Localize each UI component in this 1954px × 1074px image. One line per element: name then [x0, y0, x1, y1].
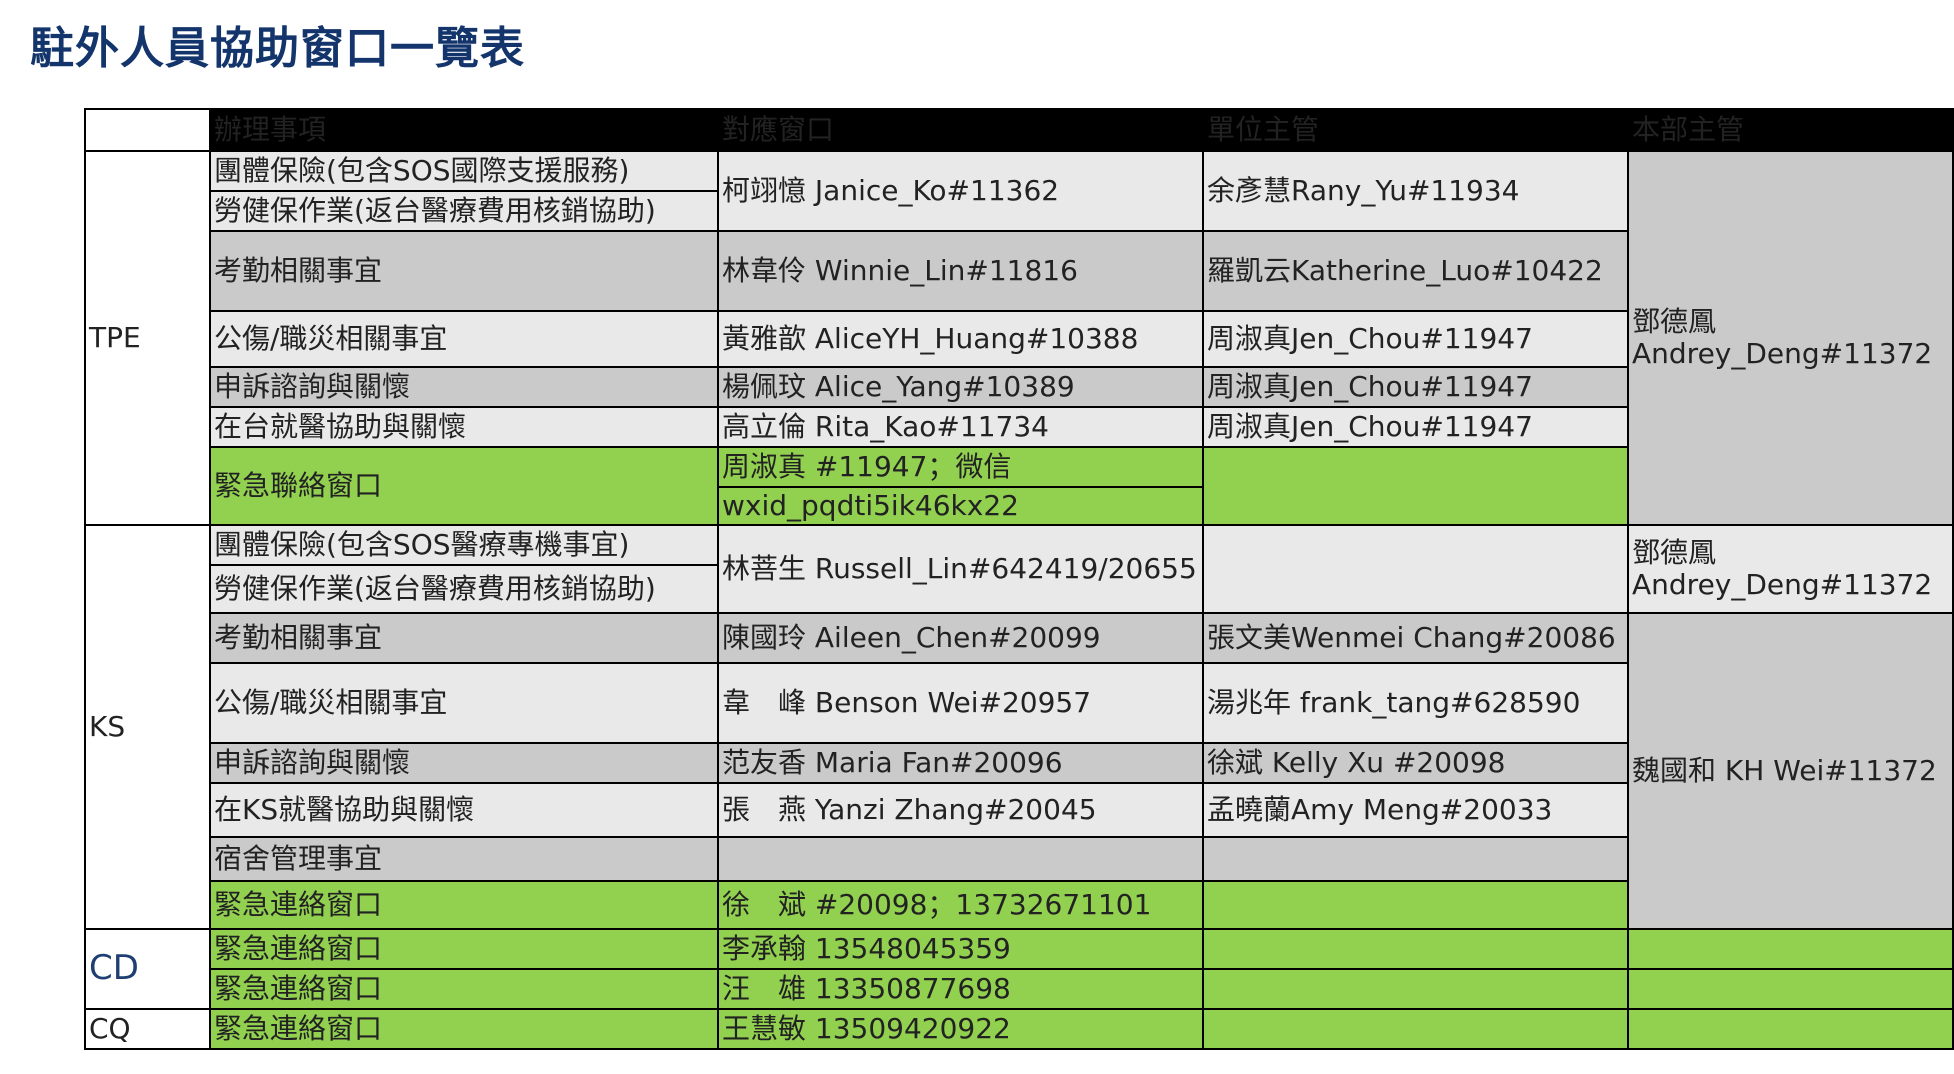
header-unit-manager: 單位主管 — [1202, 108, 1629, 152]
unit-manager-cell: 湯兆年 frank_tang#628590 — [1202, 662, 1629, 744]
site-cq: CQ — [84, 1008, 211, 1050]
contact-cell: 周淑真 #11947；微信 — [717, 446, 1204, 488]
table-row: TPE 團體保險(包含SOS國際支援服務) 柯翊憶 Janice_Ko#1136… — [84, 150, 1954, 526]
unit-manager-cell — [1202, 446, 1629, 526]
contact-table: 辦理事項 對應窗口 單位主管 本部主管 TPE 團體保險(包含SOS國際支援服務… — [84, 108, 1954, 1050]
header-row: 辦理事項 對應窗口 單位主管 本部主管 — [84, 108, 1954, 152]
contact-cell — [717, 836, 1204, 882]
contact-cell: 張 燕 Yanzi Zhang#20045 — [717, 782, 1204, 838]
table-row: 考勤相關事宜 陳國玲 Aileen_Chen#20099 張文美Wenmei C… — [85, 612, 1954, 930]
item-cell: 緊急連絡窗口 — [209, 880, 719, 930]
dept-manager-cell — [1627, 968, 1954, 1010]
header-contact: 對應窗口 — [717, 108, 1204, 152]
contact-cell: 高立倫 Rita_Kao#11734 — [717, 406, 1204, 448]
dept-manager-name: 鄧德鳳 — [1632, 304, 1717, 338]
dept-manager-ks-1: 鄧德鳳 Andrey_Deng#11372 — [1627, 524, 1954, 614]
dept-manager-cell — [1627, 928, 1954, 970]
unit-manager-cell: 羅凱云Katherine_Luo#10422 — [1202, 230, 1629, 312]
contact-cell: 范友香 Maria Fan#20096 — [717, 742, 1204, 784]
contact-cell: 林韋伶 Winnie_Lin#11816 — [717, 230, 1204, 312]
unit-manager-cell: 張文美Wenmei Chang#20086 — [1202, 612, 1629, 664]
item-cell: 團體保險(包含SOS醫療專機事宜) — [209, 524, 719, 566]
item-cell: 團體保險(包含SOS國際支援服務) — [209, 150, 719, 192]
dept-manager-tpe: 鄧德鳳 Andrey_Deng#11372 — [1627, 150, 1954, 526]
unit-manager-cell: 余彥慧Rany_Yu#11934 — [1202, 150, 1629, 232]
item-cell: 考勤相關事宜 — [209, 612, 719, 664]
unit-manager-cell: 徐斌 Kelly Xu #20098 — [1202, 742, 1629, 784]
contact-cell: 李承翰 13548045359 — [717, 928, 1204, 970]
contact-cell: 林菩生 Russell_Lin#642419/20655 — [717, 524, 1204, 614]
contact-cell: 王慧敏 13509420922 — [717, 1008, 1204, 1050]
header-dept-manager: 本部主管 — [1627, 108, 1954, 152]
page-title: 駐外人員協助窗口一覽表 — [30, 23, 525, 74]
unit-manager-cell: 周淑真Jen_Chou#11947 — [1202, 406, 1629, 448]
table-row: CQ 緊急連絡窗口 王慧敏 13509420922 — [84, 1008, 1954, 1050]
contact-cell: 陳國玲 Aileen_Chen#20099 — [717, 612, 1204, 664]
unit-manager-cell — [1202, 928, 1629, 970]
contact-cell: 汪 雄 13350877698 — [717, 968, 1204, 1010]
header-empty-cell — [84, 108, 211, 152]
contact-cell: 徐 斌 #20098；13732671101 — [717, 880, 1204, 930]
table-row: KS 團體保險(包含SOS醫療專機事宜) 林菩生 Russell_Lin#642… — [84, 524, 1954, 930]
item-cell: 宿舍管理事宜 — [209, 836, 719, 882]
table-row: 緊急連絡窗口 汪 雄 13350877698 — [85, 968, 1954, 1010]
item-cell: 公傷/職災相關事宜 — [209, 662, 719, 744]
dept-manager-name: 鄧德鳳 — [1632, 535, 1717, 569]
header-item: 辦理事項 — [209, 108, 719, 152]
item-cell: 在KS就醫協助與關懷 — [209, 782, 719, 838]
item-cell: 緊急聯絡窗口 — [209, 446, 719, 526]
unit-manager-cell — [1202, 836, 1629, 882]
item-cell: 勞健保作業(返台醫療費用核銷協助) — [209, 564, 719, 614]
unit-manager-cell — [1202, 1008, 1629, 1050]
contact-cell: 黃雅歆 AliceYH_Huang#10388 — [717, 310, 1204, 368]
dept-manager-ks-2: 魏國和 KH Wei#11372 — [1627, 612, 1954, 930]
item-cell: 考勤相關事宜 — [209, 230, 719, 312]
unit-manager-cell: 孟曉蘭Amy Meng#20033 — [1202, 782, 1629, 838]
site-tpe: TPE — [84, 150, 211, 526]
item-cell: 申訴諮詢與關懷 — [209, 742, 719, 784]
dept-manager-cell — [1627, 1008, 1954, 1050]
dept-manager-id: Andrey_Deng#11372 — [1632, 337, 1933, 370]
unit-manager-cell: 周淑真Jen_Chou#11947 — [1202, 310, 1629, 368]
site-cd: CD — [84, 928, 211, 1010]
unit-manager-cell — [1202, 880, 1629, 930]
unit-manager-cell — [1202, 524, 1629, 614]
contact-cell: 楊佩玟 Alice_Yang#10389 — [717, 366, 1204, 408]
item-cell: 緊急連絡窗口 — [209, 1008, 719, 1050]
item-cell: 緊急連絡窗口 — [209, 928, 719, 970]
item-cell: 在台就醫協助與關懷 — [209, 406, 719, 448]
contact-cell: 韋 峰 Benson Wei#20957 — [717, 662, 1204, 744]
site-ks: KS — [84, 524, 211, 930]
item-cell: 申訴諮詢與關懷 — [209, 366, 719, 408]
unit-manager-cell — [1202, 968, 1629, 1010]
table-row: CD 緊急連絡窗口 李承翰 13548045359 — [84, 928, 1954, 1010]
item-cell: 公傷/職災相關事宜 — [209, 310, 719, 368]
item-cell: 緊急連絡窗口 — [209, 968, 719, 1010]
dept-manager-id: Andrey_Deng#11372 — [1632, 568, 1933, 601]
unit-manager-cell: 周淑真Jen_Chou#11947 — [1202, 366, 1629, 408]
contact-cell: wxid_pqdti5ik46kx22 — [717, 486, 1204, 526]
item-cell: 勞健保作業(返台醫療費用核銷協助) — [209, 190, 719, 232]
contact-cell: 柯翊憶 Janice_Ko#11362 — [717, 150, 1204, 232]
